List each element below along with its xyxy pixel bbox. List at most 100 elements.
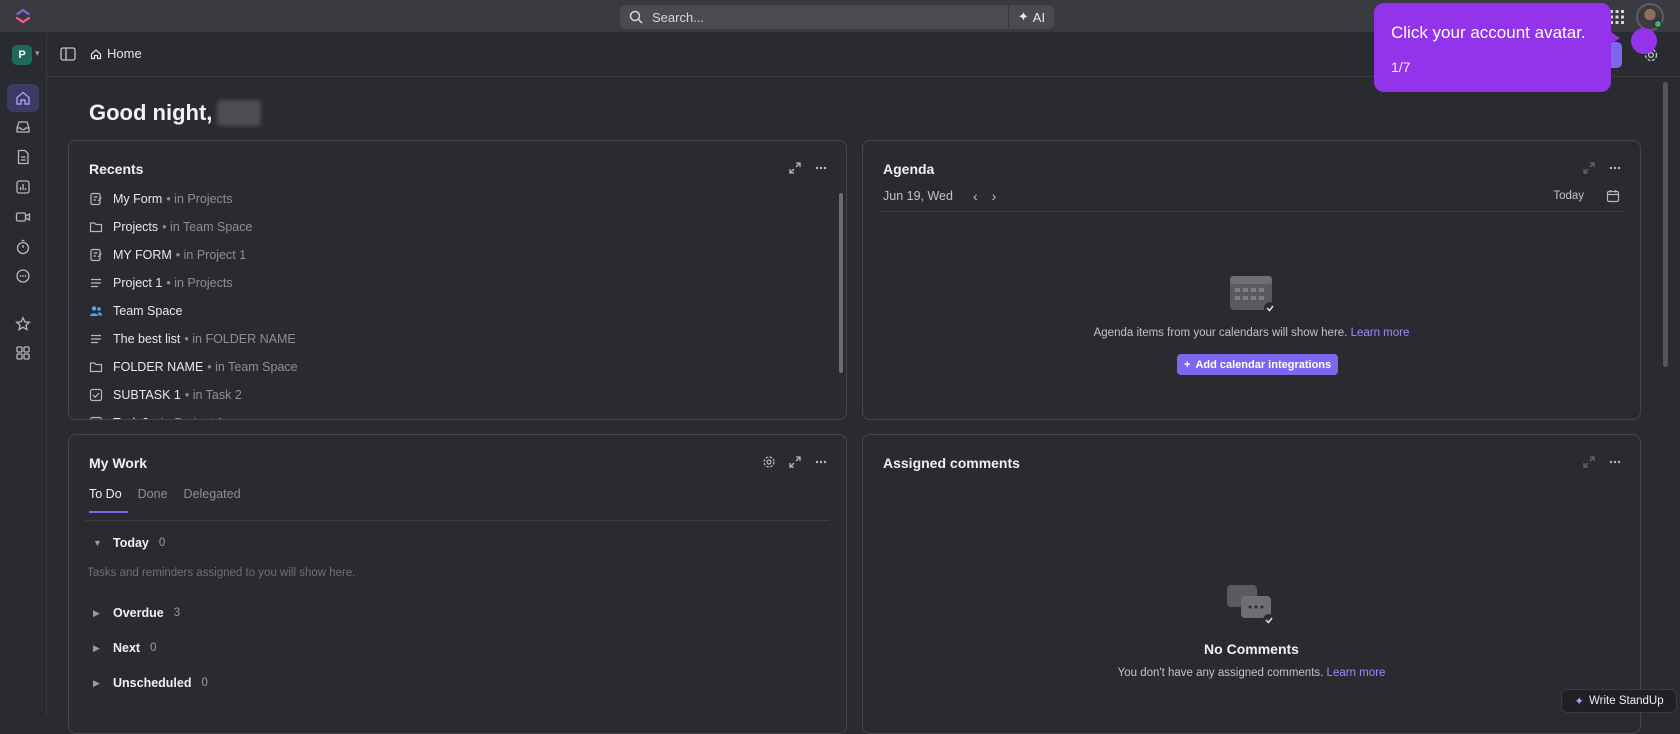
clickup-logo-icon[interactable] xyxy=(14,7,32,25)
tab-to-do[interactable]: To Do xyxy=(89,487,128,513)
recents-title: Recents xyxy=(89,161,144,177)
recent-item[interactable]: Projects • in Team Space xyxy=(89,213,789,241)
breadcrumb[interactable]: Home xyxy=(90,46,142,61)
ai-label: AI xyxy=(1032,9,1046,25)
list-icon xyxy=(91,278,101,288)
recent-item-location: • in Projects xyxy=(166,192,233,206)
group-unscheduled[interactable]: ▶ Unscheduled 0 xyxy=(93,676,208,690)
group-next[interactable]: ▶ Next 0 xyxy=(93,641,157,655)
my-work-tabs: To Do Done Delegated xyxy=(89,487,247,513)
recent-item-location: • in Task 2 xyxy=(184,388,242,402)
recent-item-name: The best list xyxy=(113,332,181,346)
nav-docs[interactable] xyxy=(7,143,39,171)
calendar-icon[interactable] xyxy=(1606,189,1620,203)
nav-timesheets[interactable] xyxy=(7,233,39,261)
group-today[interactable]: ▼ Today 0 xyxy=(93,536,165,550)
comments-learn-more-link[interactable]: Learn more xyxy=(1327,667,1386,679)
page-scrollbar[interactable] xyxy=(1663,82,1668,367)
tab-delegated[interactable]: Delegated xyxy=(184,487,247,513)
chart-icon xyxy=(16,180,30,194)
user-name-redacted xyxy=(217,100,262,126)
no-comments-title: No Comments xyxy=(1204,641,1299,657)
tour-hotspot[interactable] xyxy=(1631,28,1657,54)
more-options-icon[interactable] xyxy=(814,455,828,469)
nav-spaces[interactable] xyxy=(7,339,39,367)
add-calendar-label: Add calendar integrations xyxy=(1195,358,1332,371)
recent-item-location: • in Projects xyxy=(166,276,233,290)
more-circle-icon xyxy=(16,269,30,283)
group-name: Unscheduled xyxy=(113,676,192,690)
sparkle-icon: ✦ xyxy=(1017,9,1029,24)
inbox-icon xyxy=(16,121,30,133)
tour-step-counter: 1/7 xyxy=(1391,59,1411,75)
home-icon xyxy=(90,48,102,59)
recent-item-location: • in Project 1 xyxy=(153,416,223,419)
home-icon xyxy=(16,91,30,105)
recent-item-name: Projects xyxy=(113,220,159,234)
nav-favorites[interactable] xyxy=(7,310,39,338)
gear-icon[interactable] xyxy=(762,455,776,469)
agenda-learn-more-link[interactable]: Learn more xyxy=(1351,327,1410,339)
apps-grid-icon[interactable] xyxy=(1609,9,1625,25)
chevron-left-icon[interactable]: ‹ xyxy=(973,188,978,204)
caret-right-icon: ▶ xyxy=(93,677,100,688)
group-overdue[interactable]: ▶ Overdue 3 xyxy=(93,606,180,620)
assigned-comments-title: Assigned comments xyxy=(883,455,1020,471)
ai-button[interactable]: ✦ AI xyxy=(1008,5,1054,29)
write-standup-label: Write StandUp xyxy=(1589,695,1664,707)
add-calendar-integrations-button[interactable]: + Add calendar integrations xyxy=(1177,354,1339,375)
nav-home[interactable] xyxy=(7,84,39,112)
tour-pointer-arrow xyxy=(1608,30,1620,46)
tab-done[interactable]: Done xyxy=(138,487,174,513)
recent-item-name: Project 1 xyxy=(113,276,163,290)
search-bar[interactable]: Search... ✦ AI xyxy=(620,5,1054,29)
recents-scrollbar[interactable] xyxy=(839,193,843,373)
recent-item-name: FOLDER NAME xyxy=(113,360,204,374)
nav-more[interactable] xyxy=(7,262,39,290)
recent-item[interactable]: FOLDER NAME • in Team Space xyxy=(89,353,789,381)
video-icon xyxy=(15,212,31,222)
recent-item[interactable]: Team Space xyxy=(89,297,789,325)
agenda-empty-text: Agenda items from your calendars will sh… xyxy=(1093,327,1348,339)
chevron-right-icon[interactable]: › xyxy=(992,188,997,204)
recent-item-name: MY FORM xyxy=(113,248,172,262)
recent-item-name: Team Space xyxy=(113,304,183,318)
comments-empty-text: You don't have any assigned comments. xyxy=(1117,667,1324,679)
group-count: 0 xyxy=(150,642,157,654)
recent-item[interactable]: The best list • in FOLDER NAME xyxy=(89,325,789,353)
more-options-icon[interactable] xyxy=(1608,455,1622,469)
timer-icon xyxy=(16,239,30,255)
agenda-today-button[interactable]: Today xyxy=(1553,190,1584,202)
more-options-icon[interactable] xyxy=(1608,161,1622,175)
nav-dashboards[interactable] xyxy=(7,173,39,201)
write-standup-button[interactable]: ✦ Write StandUp xyxy=(1561,689,1677,713)
agenda-title: Agenda xyxy=(883,161,935,177)
recent-item[interactable]: My Form • in Projects xyxy=(89,185,789,213)
recent-item[interactable]: MY FORM • in Project 1 xyxy=(89,241,789,269)
recent-item[interactable]: Task 2 • in Project 1 xyxy=(89,409,789,419)
assigned-comments-card: Assigned comments No Comments You don't … xyxy=(862,434,1641,734)
recents-card: Recents My Form • in Projects Projects • in… xyxy=(68,140,847,420)
recent-item[interactable]: SUBTASK 1 • in Task 2 xyxy=(89,381,789,409)
search-icon xyxy=(629,10,643,24)
recent-item[interactable]: Project 1 • in Projects xyxy=(89,269,789,297)
recent-item-name: SUBTASK 1 xyxy=(113,388,181,402)
expand-icon[interactable] xyxy=(1582,455,1596,469)
more-options-icon[interactable] xyxy=(814,161,828,175)
online-status-dot xyxy=(1654,20,1662,28)
agenda-actions xyxy=(1582,161,1622,175)
agenda-card: Agenda Jun 19, Wed ‹ › Today Agenda item… xyxy=(862,140,1641,420)
expand-icon[interactable] xyxy=(788,455,802,469)
sidebar-toggle-icon[interactable] xyxy=(60,47,76,61)
expand-icon[interactable] xyxy=(788,161,802,175)
expand-icon[interactable] xyxy=(1582,161,1596,175)
nav-clips[interactable] xyxy=(7,203,39,231)
plus-icon: + xyxy=(1184,358,1191,371)
document-icon xyxy=(17,149,29,165)
agenda-date[interactable]: Jun 19, Wed xyxy=(883,189,953,203)
nav-inbox[interactable] xyxy=(7,113,39,141)
my-work-actions xyxy=(762,455,828,469)
task-icon xyxy=(89,388,103,402)
group-count: 0 xyxy=(158,537,166,549)
greeting-text: Good night, xyxy=(89,100,213,125)
